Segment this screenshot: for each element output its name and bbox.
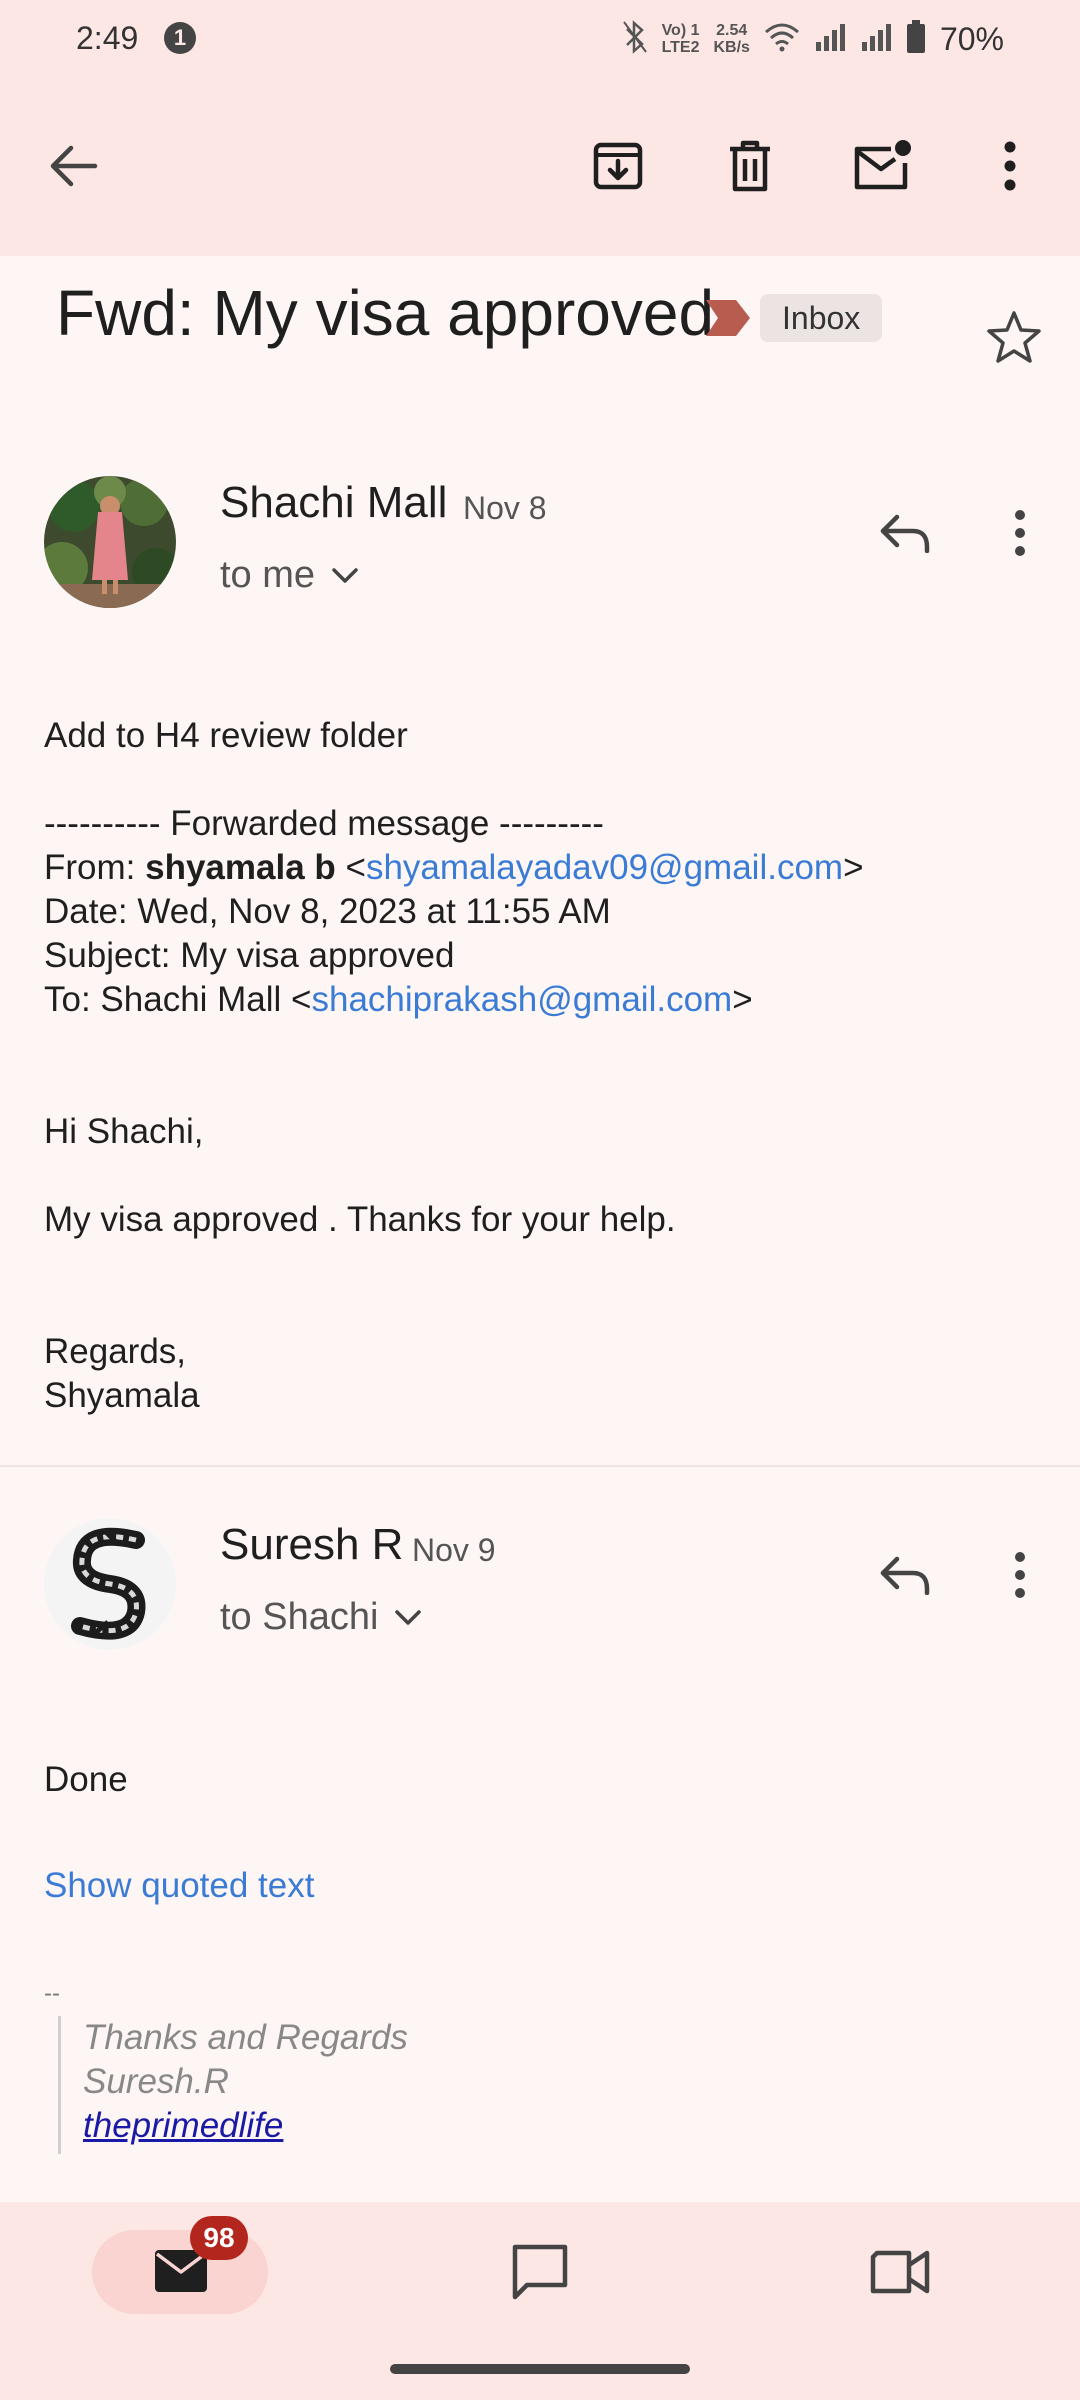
notification-count-icon: 1 — [164, 22, 196, 54]
delete-button[interactable] — [712, 128, 788, 204]
recipient-toggle[interactable]: to Shachi — [220, 1596, 422, 1639]
video-camera-icon — [870, 2250, 930, 2294]
message-body-line: Add to H4 review folder — [44, 716, 408, 755]
sender-name: Shachi Mall — [220, 478, 448, 527]
recipient-label: to me — [220, 554, 316, 596]
forwarded-header: ---------- Forwarded message --------- — [44, 804, 604, 843]
message-date: Nov 8 — [463, 490, 547, 526]
signoff: Shyamala — [44, 1376, 200, 1415]
reply-icon — [880, 514, 930, 553]
signature-link[interactable]: theprimedlife — [83, 2104, 658, 2148]
unread-count-badge: 98 — [190, 2216, 248, 2260]
signature-line: Thanks and Regards — [83, 2018, 408, 2057]
message-text: My visa approved . Thanks for your help. — [44, 1200, 676, 1239]
back-button[interactable] — [36, 128, 112, 204]
gmail-message-screen: 2:49 1 Vo) 1 LTE2 2.54 KB/s 70% Fwd: My … — [0, 0, 1080, 2400]
back-arrow-icon — [50, 145, 98, 187]
email-subject: Fwd: My visa approved — [56, 277, 715, 349]
signature-separator: -- — [44, 1980, 60, 2007]
nav-meet-tab[interactable] — [866, 2238, 934, 2306]
reply-button[interactable] — [872, 500, 938, 566]
message-more-button[interactable] — [1000, 500, 1040, 566]
archive-button[interactable] — [580, 128, 656, 204]
home-indicator[interactable] — [390, 2364, 690, 2374]
status-bar: 2:49 1 Vo) 1 LTE2 2.54 KB/s 70% — [0, 0, 1080, 78]
top-app-bar — [0, 78, 1080, 256]
message-more-button[interactable] — [1000, 1542, 1040, 1608]
show-quoted-text-link[interactable]: Show quoted text — [44, 1866, 314, 1906]
greeting: Hi Shachi, — [44, 1112, 204, 1151]
recipient-label: to Shachi — [220, 1596, 379, 1638]
nav-chat-tab[interactable] — [506, 2238, 574, 2306]
more-vert-icon — [1015, 510, 1025, 556]
archive-icon — [593, 142, 643, 190]
network-type: Vo) 1 LTE2 — [661, 22, 700, 56]
signature-block: Thanks and Regards Suresh.R theprimedlif… — [58, 2016, 658, 2154]
sender-avatar-suresh[interactable] — [44, 1518, 176, 1650]
status-time: 2:49 — [76, 20, 139, 56]
mail-unread-icon — [854, 140, 911, 190]
trash-icon — [730, 140, 770, 192]
chat-icon — [512, 2244, 568, 2300]
sender-avatar-shachi[interactable] — [44, 476, 176, 608]
more-vert-icon — [1015, 1552, 1025, 1598]
signal-icon-2 — [860, 22, 892, 57]
chevron-down-icon — [332, 567, 358, 583]
network-speed: 2.54 KB/s — [713, 22, 750, 56]
more-vert-icon — [1004, 141, 1016, 191]
status-icons: Vo) 1 LTE2 2.54 KB/s 70% — [622, 14, 1004, 64]
more-options-button[interactable] — [972, 128, 1048, 204]
recipient-toggle[interactable]: to me — [220, 554, 359, 597]
battery-icon — [906, 19, 926, 59]
star-icon — [987, 311, 1041, 363]
mark-unread-button[interactable] — [842, 128, 922, 204]
reply-button[interactable] — [872, 1542, 938, 1608]
battery-percent: 70% — [939, 20, 1004, 57]
signature-line: Suresh.R — [83, 2062, 229, 2101]
forwarded-to-email-link[interactable]: shachiprakash@gmail.com — [312, 980, 733, 1019]
forwarded-to-line: To: Shachi Mall <shachiprakash@gmail.com… — [44, 980, 753, 1019]
regards: Regards, — [44, 1332, 187, 1371]
message-date: Nov 9 — [412, 1532, 496, 1568]
forwarded-date-line: Date: Wed, Nov 8, 2023 at 11:55 AM — [44, 892, 611, 931]
inbox-label-chip[interactable]: Inbox — [760, 294, 883, 342]
forwarded-subject-line: Subject: My visa approved — [44, 936, 455, 975]
forwarded-from-name: shyamala b — [145, 848, 336, 887]
message-divider — [0, 1465, 1080, 1467]
message-body: Done — [44, 1760, 128, 1799]
reply-icon — [880, 1556, 930, 1595]
forwarded-from-line: From: shyamala b <shyamalayadav09@gmail.… — [44, 848, 864, 887]
importance-marker-icon[interactable] — [704, 298, 752, 343]
bluetooth-icon — [622, 19, 648, 59]
signal-icon-1 — [814, 22, 846, 57]
wifi-icon — [764, 22, 800, 57]
chevron-down-icon — [395, 1609, 422, 1625]
star-button[interactable] — [986, 310, 1042, 369]
sender-name: Suresh R — [220, 1520, 404, 1569]
forwarded-from-email-link[interactable]: shyamalayadav09@gmail.com — [366, 848, 843, 887]
